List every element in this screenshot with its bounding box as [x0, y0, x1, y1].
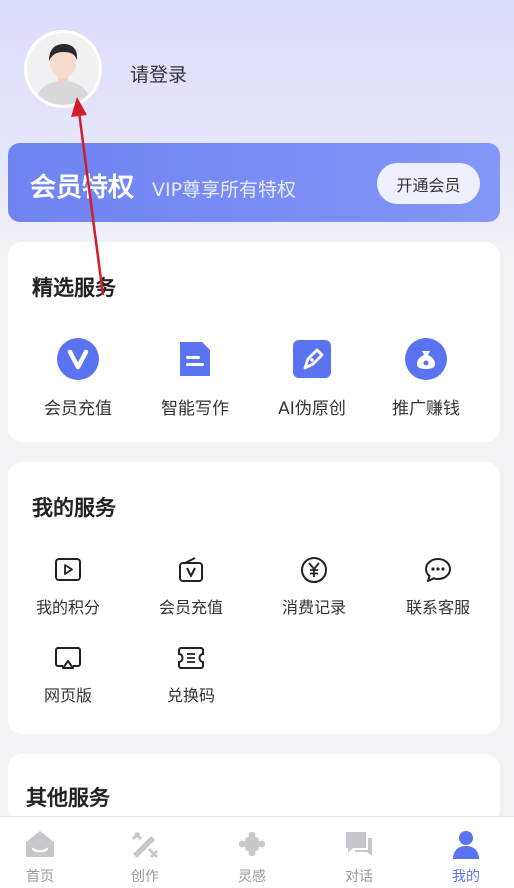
my-service-label: 兑换码 — [166, 686, 215, 705]
my-service-label: 会员充值 — [158, 598, 223, 617]
other-services-card: 其他服务 — [8, 754, 500, 824]
default-avatar-icon — [27, 33, 99, 105]
money-bag-icon — [405, 338, 447, 380]
service-smart-writing[interactable]: 智能写作 — [145, 338, 245, 419]
my-services-title: 我的服务 — [32, 496, 116, 520]
create-icon — [131, 831, 159, 859]
bottom-tab-bar: 首页 创作 灵感 对话 我的 — [0, 816, 514, 888]
tab-label: 灵感 — [238, 869, 266, 885]
coupon-icon — [178, 647, 204, 669]
service-label: 推广赚钱 — [392, 399, 460, 419]
service-label: 智能写作 — [161, 399, 229, 419]
featured-services-card: 精选服务 会员充值 智能写作 AI伪原创 推广赚钱 — [8, 242, 500, 442]
chat-icon — [425, 558, 451, 582]
my-vip-recharge-item[interactable]: 会员充值 — [141, 556, 241, 618]
screen-icon — [55, 647, 81, 669]
contact-support-item[interactable]: 联系客服 — [388, 556, 488, 618]
login-link[interactable]: 请登录 — [130, 60, 187, 87]
other-services-title: 其他服务 — [26, 786, 110, 810]
avatar[interactable] — [24, 30, 102, 108]
home-icon — [26, 831, 54, 857]
service-ai-rewrite[interactable]: AI伪原创 — [262, 338, 362, 419]
vip-title: 会员特权 — [30, 173, 135, 203]
tab-home[interactable]: 首页 — [10, 829, 70, 886]
my-service-label: 我的积分 — [35, 598, 100, 617]
my-services-card: 我的服务 我的积分 会员充值 消费记录 联系客服 网页版 兑换码 — [8, 462, 500, 734]
my-service-label: 网页版 — [43, 686, 92, 705]
web-version-item[interactable]: 网页版 — [18, 644, 118, 706]
vip-banner[interactable]: 会员特权 VIP尊享所有特权 开通会员 — [8, 143, 500, 222]
tab-label: 对话 — [345, 869, 373, 885]
tab-label: 首页 — [26, 869, 54, 885]
tab-create[interactable]: 创作 — [115, 829, 175, 886]
profile-area[interactable] — [24, 30, 102, 108]
tab-mine[interactable]: 我的 — [436, 829, 496, 886]
service-label: AI伪原创 — [278, 399, 346, 419]
tab-dialogue[interactable]: 对话 — [329, 829, 389, 886]
pen-icon — [293, 340, 331, 378]
service-label: 会员充值 — [44, 399, 112, 419]
user-icon — [453, 831, 479, 859]
vip-v-icon — [57, 338, 99, 380]
open-membership-button[interactable]: 开通会员 — [377, 163, 480, 204]
tab-label: 我的 — [452, 869, 480, 885]
inspiration-icon — [239, 832, 265, 856]
yen-icon — [301, 557, 327, 583]
chat-bubble-icon — [346, 832, 372, 856]
document-icon — [180, 342, 210, 376]
my-service-label: 消费记录 — [281, 598, 346, 617]
service-vip-recharge[interactable]: 会员充值 — [28, 338, 128, 419]
featured-services-title: 精选服务 — [32, 276, 116, 300]
tab-inspiration[interactable]: 灵感 — [222, 829, 282, 886]
my-service-label: 联系客服 — [405, 598, 470, 617]
tab-label: 创作 — [131, 869, 159, 885]
my-points-item[interactable]: 我的积分 — [18, 556, 118, 618]
play-box-icon — [55, 558, 81, 581]
vip-subtitle: VIP尊享所有特权 — [152, 179, 297, 201]
vip-box-icon — [179, 557, 203, 582]
redeem-code-item[interactable]: 兑换码 — [141, 644, 241, 706]
service-promote-earn[interactable]: 推广赚钱 — [376, 338, 476, 419]
consumption-record-item[interactable]: 消费记录 — [264, 556, 364, 618]
